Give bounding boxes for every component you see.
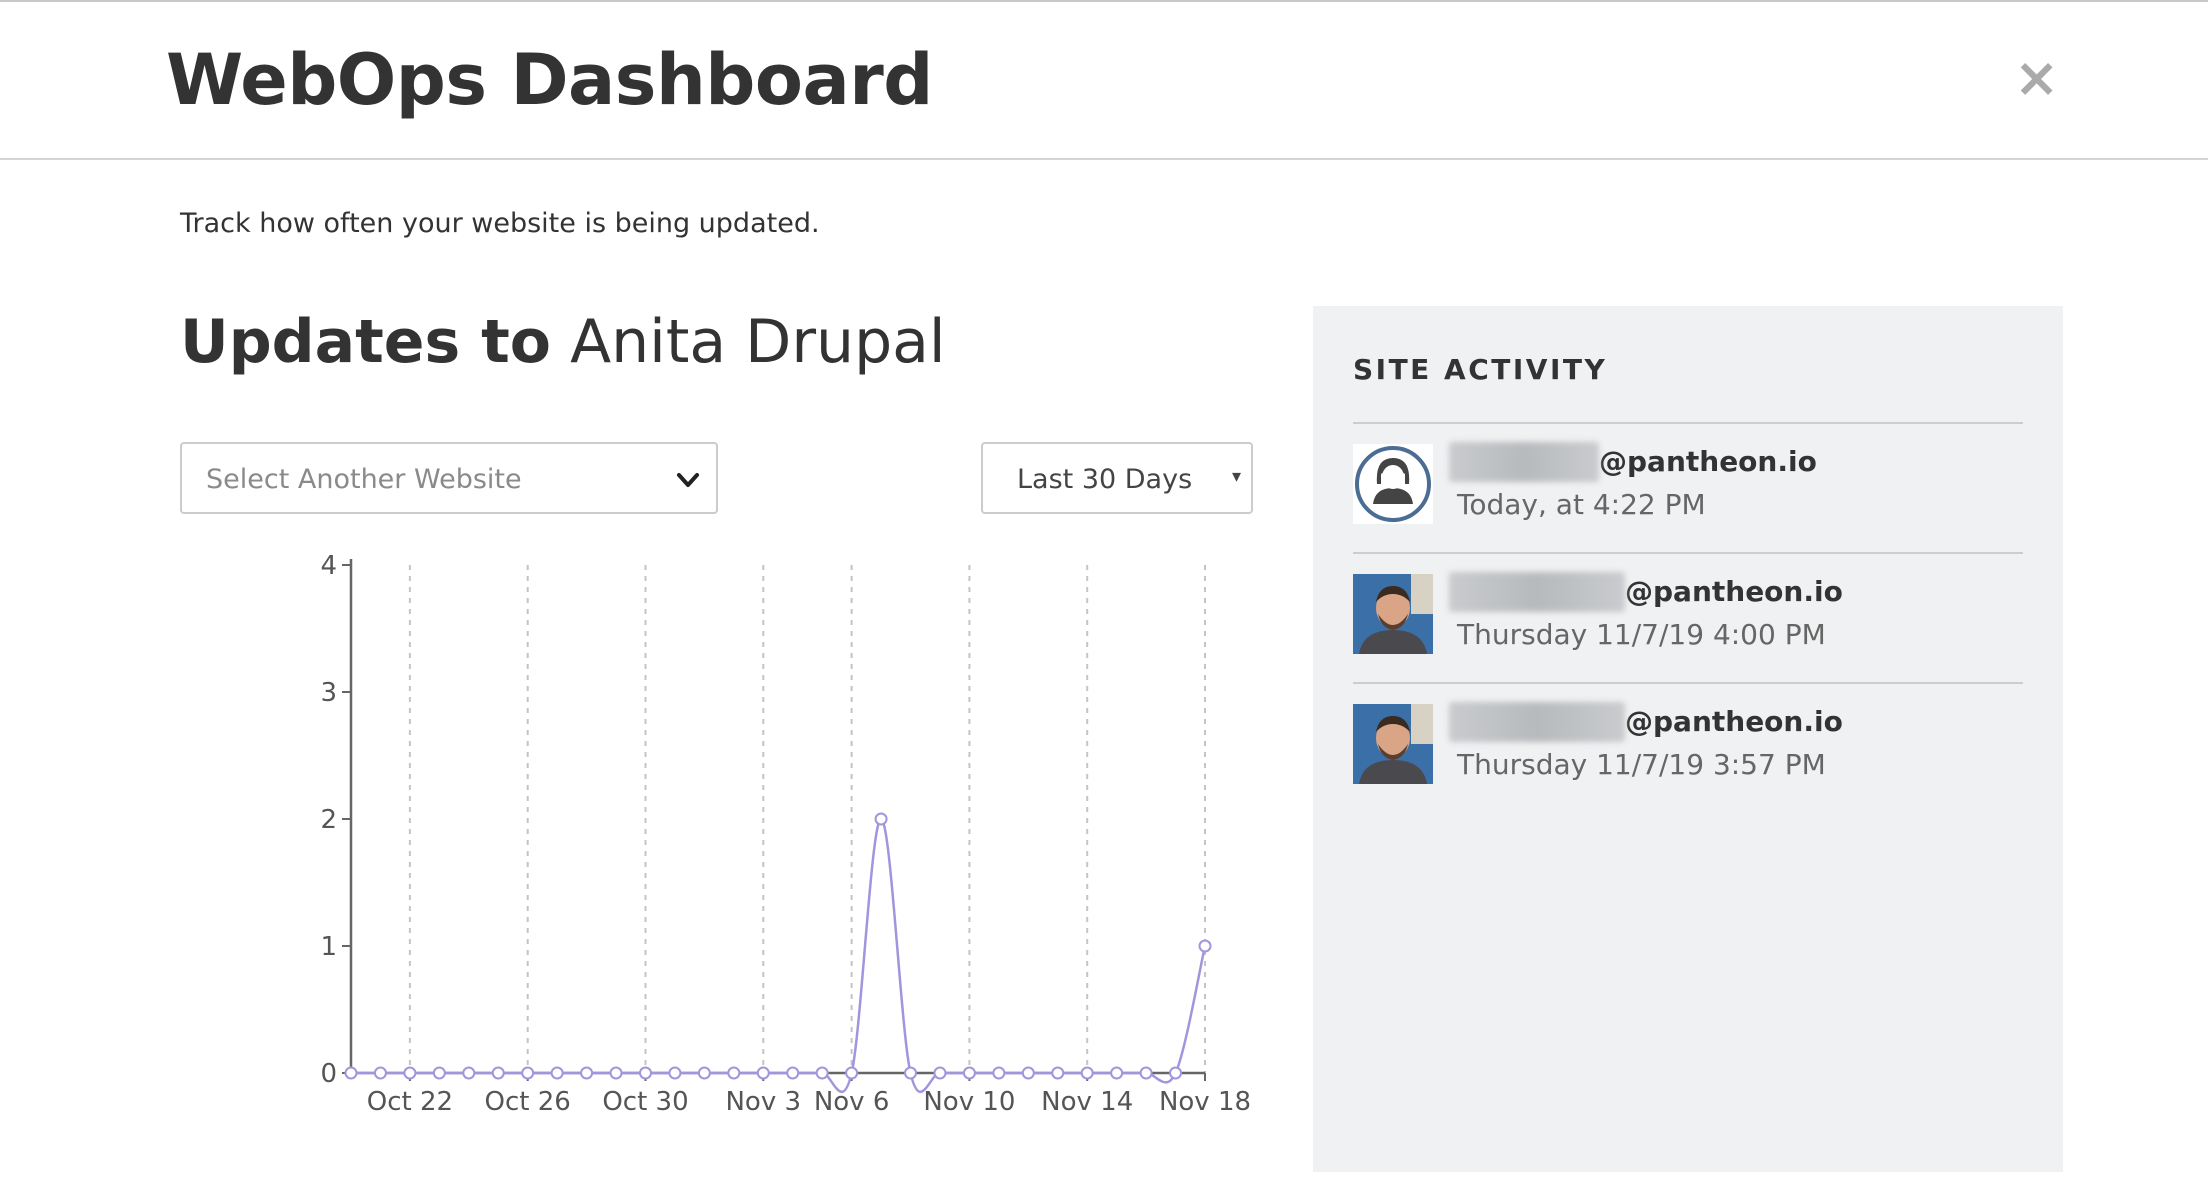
- data-point: [1051, 1066, 1065, 1080]
- data-point: [697, 1066, 711, 1080]
- caret-down-icon: ▾: [1231, 466, 1241, 487]
- close-icon[interactable]: ×: [2014, 51, 2059, 105]
- x-tick-label: Oct 26: [485, 1087, 571, 1117]
- user-photo-icon: [1353, 704, 1433, 784]
- data-point: [580, 1066, 594, 1080]
- modal-title: WebOps Dashboard: [166, 39, 933, 121]
- user-domain: @pantheon.io: [1625, 705, 1843, 738]
- updates-heading: Updates to Anita Drupal: [180, 302, 946, 382]
- site-select-placeholder: Select Another Website: [206, 464, 522, 495]
- x-tick-label: Oct 30: [602, 1087, 688, 1117]
- redacted-username: [1449, 702, 1625, 742]
- updates-chart: Oct 22 Oct 26 Oct 30 Nov 3 Nov 6 Nov 10 Nov 14…: [300, 542, 1270, 1122]
- data-point: [1139, 1066, 1153, 1080]
- site-name: Anita Drupal: [570, 307, 946, 377]
- activity-time: Thursday 11/7/19 3:57 PM: [1457, 748, 1826, 781]
- data-point: [845, 1066, 859, 1080]
- data-point: [373, 1066, 387, 1080]
- data-point: [815, 1066, 829, 1080]
- user-domain: @pantheon.io: [1625, 575, 1843, 608]
- modal-header: WebOps Dashboard ×: [0, 2, 2208, 160]
- activity-user: @pantheon.io: [1449, 442, 1817, 482]
- activity-time: Today, at 4:22 PM: [1457, 488, 1706, 521]
- data-point: [491, 1066, 505, 1080]
- activity-item: @pantheon.io Today, at 4:22 PM: [1353, 422, 2023, 552]
- activity-time: Thursday 11/7/19 4:00 PM: [1457, 618, 1826, 651]
- data-point: [786, 1066, 800, 1080]
- redacted-username: [1449, 572, 1625, 612]
- data-point: [344, 1066, 358, 1080]
- data-point: [874, 812, 888, 826]
- activity-item: @pantheon.io Thursday 11/7/19 3:57 PM: [1353, 682, 2023, 812]
- data-point: [1198, 939, 1212, 953]
- user-photo-icon: [1353, 574, 1433, 654]
- activity-user: @pantheon.io: [1449, 572, 1843, 612]
- data-point: [904, 1066, 918, 1080]
- user-domain: @pantheon.io: [1599, 445, 1817, 478]
- x-tick-label: Nov 14: [1041, 1087, 1133, 1117]
- data-point: [668, 1066, 682, 1080]
- data-point: [403, 1066, 417, 1080]
- y-tick-label: 4: [320, 551, 337, 581]
- y-tick-label: 1: [320, 932, 337, 962]
- data-point: [638, 1066, 652, 1080]
- site-activity-title: SITE ACTIVITY: [1353, 353, 1608, 386]
- data-point: [992, 1066, 1006, 1080]
- x-tick-label: Nov 3: [725, 1087, 801, 1117]
- updates-line-chart: Oct 22 Oct 26 Oct 30 Nov 3 Nov 6 Nov 10 Nov 14…: [320, 551, 1251, 1117]
- data-point: [1110, 1066, 1124, 1080]
- x-tick-label: Oct 22: [367, 1087, 453, 1117]
- site-activity-panel: SITE ACTIVITY @pantheon.io Today, at 4:2…: [1313, 306, 2063, 1172]
- data-point: [962, 1066, 976, 1080]
- x-tick-label: Nov 18: [1159, 1087, 1251, 1117]
- data-point: [756, 1066, 770, 1080]
- x-tick-label: Nov 10: [923, 1087, 1015, 1117]
- select-another-website-dropdown[interactable]: Select Another Website: [180, 442, 718, 514]
- webops-dashboard-modal: WebOps Dashboard × Track how often your …: [0, 0, 2208, 1204]
- data-point: [550, 1066, 564, 1080]
- activity-user: @pantheon.io: [1449, 702, 1843, 742]
- data-point: [933, 1066, 947, 1080]
- data-point: [462, 1066, 476, 1080]
- data-point: [521, 1066, 535, 1080]
- y-tick-label: 2: [320, 805, 337, 835]
- date-range-select[interactable]: Last 30 Days ▾: [981, 442, 1253, 514]
- default-avatar-icon: [1353, 444, 1433, 524]
- chevron-down-icon: [674, 466, 702, 494]
- data-point: [1080, 1066, 1094, 1080]
- redacted-username: [1449, 442, 1599, 482]
- x-tick-label: Nov 6: [814, 1087, 890, 1117]
- activity-list: @pantheon.io Today, at 4:22 PM @pantheon…: [1353, 422, 2023, 812]
- activity-item: @pantheon.io Thursday 11/7/19 4:00 PM: [1353, 552, 2023, 682]
- intro-text: Track how often your website is being up…: [180, 208, 820, 239]
- data-point: [609, 1066, 623, 1080]
- data-point: [432, 1066, 446, 1080]
- date-range-selected: Last 30 Days: [1017, 464, 1193, 495]
- y-tick-label: 0: [320, 1059, 337, 1089]
- series-line: [351, 817, 1207, 1093]
- data-point: [727, 1066, 741, 1080]
- y-tick-label: 3: [320, 678, 337, 708]
- updates-heading-prefix: Updates to: [180, 307, 551, 377]
- data-point: [1021, 1066, 1035, 1080]
- data-point: [1169, 1066, 1183, 1080]
